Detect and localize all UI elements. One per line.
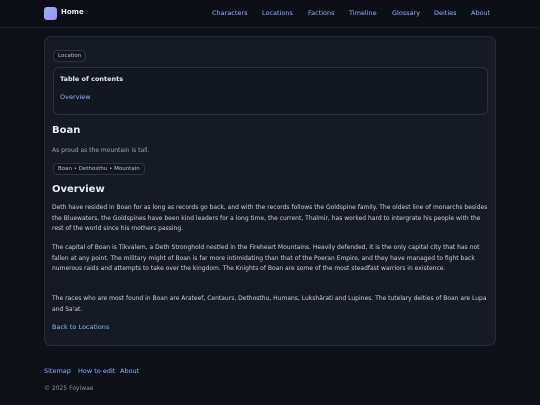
toc-title: Table of contents (60, 75, 124, 83)
paragraph: The races who are most found in Boan are… (52, 295, 487, 313)
nav-timeline[interactable]: Timeline (349, 9, 377, 17)
nav-factions[interactable]: Factions (308, 9, 335, 17)
footer-sitemap-link[interactable]: Sitemap (44, 367, 71, 375)
paragraph: Deth have resided in Boan for as long as… (52, 204, 488, 232)
tagline: As proud as the mountain is tall. (52, 147, 150, 154)
nav-glossary[interactable]: Glossary (392, 9, 420, 17)
article-card: Location Table of contents Overview Boan… (44, 36, 496, 346)
logo-icon[interactable] (44, 7, 57, 20)
nav-deities[interactable]: Deities (434, 9, 457, 17)
back-to-locations-link[interactable]: Back to Locations (52, 323, 109, 331)
section-title-overview: Overview (52, 184, 105, 195)
copyright: © 2025 Foyiwae (44, 385, 94, 392)
nav-locations[interactable]: Locations (262, 9, 293, 17)
footer-how-to-edit-link[interactable]: How to edit (78, 367, 115, 375)
page-title: Boan (52, 125, 81, 136)
category-badge: Location (53, 50, 87, 62)
top-navbar: Home Characters Locations Factions Timel… (0, 0, 540, 28)
home-link[interactable]: Home (61, 8, 84, 16)
nav-about[interactable]: About (471, 9, 490, 17)
nav-characters[interactable]: Characters (212, 9, 247, 17)
tags-badge: Boan • Dethosthu • Mountain (53, 163, 145, 175)
toc-link-overview[interactable]: Overview (60, 93, 91, 101)
table-of-contents: Table of contents Overview (53, 67, 488, 115)
footer-about-link[interactable]: About (120, 367, 139, 375)
paragraph: The capital of Boan is Tikvalem, a Deth … (52, 244, 480, 272)
